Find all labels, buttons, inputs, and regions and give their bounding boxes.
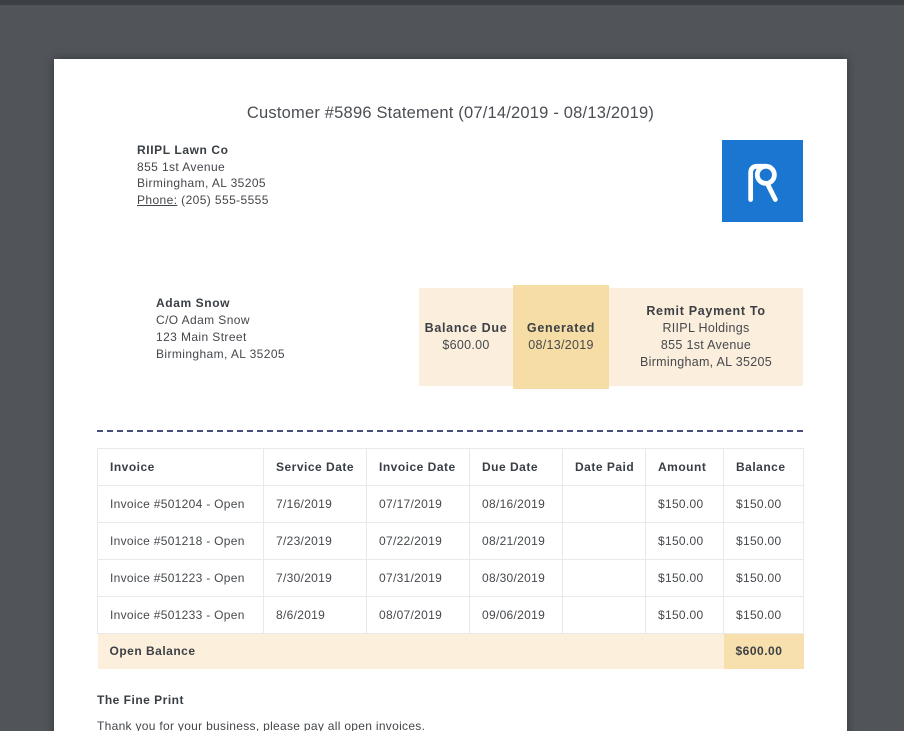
balance-due-value: $600.00: [442, 338, 490, 352]
cell-date-paid: [562, 596, 646, 634]
cell-invoice-date: 07/17/2019: [366, 485, 470, 523]
header-balance: Balance: [723, 448, 804, 486]
cell-balance: $150.00: [723, 522, 804, 560]
generated-label: Generated: [526, 321, 596, 335]
phone-label: Phone:: [137, 192, 178, 207]
cell-date-paid: [562, 522, 646, 560]
cell-invoice-date: 08/07/2019: [366, 596, 470, 634]
cell-invoice: Invoice #501204 - Open: [97, 485, 264, 523]
cell-invoice: Invoice #501223 - Open: [97, 559, 264, 597]
cell-amount: $150.00: [645, 485, 724, 523]
cell-invoice-date: 07/22/2019: [366, 522, 470, 560]
cell-due-date: 09/06/2019: [469, 596, 563, 634]
table-row: Invoice #501204 - Open 7/16/2019 07/17/2…: [97, 485, 804, 523]
cell-amount: $150.00: [645, 559, 724, 597]
open-balance-value: $600.00: [723, 633, 804, 669]
table-row: Invoice #501233 - Open 8/6/2019 08/07/20…: [97, 596, 804, 634]
table-row: Invoice #501218 - Open 7/23/2019 07/22/2…: [97, 522, 804, 560]
cell-service-date: 7/30/2019: [263, 559, 367, 597]
remit-address1: 855 1st Avenue: [660, 338, 752, 352]
open-balance-label: Open Balance: [97, 633, 724, 669]
balance-due-label: Balance Due: [424, 321, 508, 335]
invoice-table: Invoice Service Date Invoice Date Due Da…: [97, 448, 804, 669]
remit-label: Remit Payment To: [646, 304, 766, 318]
cell-due-date: 08/21/2019: [469, 522, 563, 560]
open-balance-row: Open Balance $600.00: [97, 633, 804, 669]
phone-number: (205) 555-5555: [181, 192, 269, 207]
fine-print-heading: The Fine Print: [97, 693, 185, 707]
remit-name: RIIPL Holdings: [662, 321, 750, 335]
cell-balance: $150.00: [723, 559, 804, 597]
dashed-divider: [97, 430, 803, 432]
company-info: RIIPL Lawn Co 855 1st Avenue Birmingham,…: [137, 142, 269, 208]
company-address-line1: 855 1st Avenue: [137, 159, 226, 174]
balance-due-box: Balance Due $600.00: [419, 288, 513, 386]
statement-summary: Balance Due $600.00 Generated 08/13/2019…: [419, 285, 803, 389]
remit-address2: Birmingham, AL 35205: [639, 355, 772, 369]
company-address-line2: Birmingham, AL 35205: [137, 176, 266, 190]
cell-invoice: Invoice #501233 - Open: [97, 596, 264, 634]
cell-service-date: 8/6/2019: [263, 596, 367, 634]
cell-date-paid: [562, 559, 646, 597]
fine-print-text: Thank you for your business, please pay …: [97, 719, 426, 731]
remit-payment-box: Remit Payment To RIIPL Holdings 855 1st …: [609, 288, 803, 386]
customer-care-of: C/O Adam Snow: [156, 313, 250, 327]
header-due-date: Due Date: [469, 448, 563, 486]
header-amount: Amount: [645, 448, 724, 486]
cell-service-date: 7/23/2019: [263, 522, 367, 560]
company-name: RIIPL Lawn Co: [137, 143, 229, 157]
customer-info: Adam Snow C/O Adam Snow 123 Main Street …: [156, 295, 285, 363]
table-row: Invoice #501223 - Open 7/30/2019 07/31/2…: [97, 559, 804, 597]
cell-invoice: Invoice #501218 - Open: [97, 522, 264, 560]
cell-invoice-date: 07/31/2019: [366, 559, 470, 597]
cell-service-date: 7/16/2019: [263, 485, 367, 523]
customer-name: Adam Snow: [156, 296, 231, 310]
header-date-paid: Date Paid: [562, 448, 646, 486]
generated-box: Generated 08/13/2019: [513, 285, 609, 389]
cell-amount: $150.00: [645, 522, 724, 560]
r-logo-icon: [747, 163, 778, 202]
customer-street: 123 Main Street: [156, 330, 247, 344]
header-invoice: Invoice: [97, 448, 264, 486]
cell-amount: $150.00: [645, 596, 724, 634]
header-service-date: Service Date: [263, 448, 367, 486]
page-title: Customer #5896 Statement (07/14/2019 - 0…: [246, 104, 655, 122]
cell-due-date: 08/30/2019: [469, 559, 563, 597]
statement-page: Customer #5896 Statement (07/14/2019 - 0…: [54, 59, 847, 731]
viewer-top-strip: [0, 0, 904, 5]
header-invoice-date: Invoice Date: [366, 448, 470, 486]
generated-value: 08/13/2019: [528, 338, 594, 352]
cell-balance: $150.00: [723, 485, 804, 523]
customer-city-state-zip: Birmingham, AL 35205: [156, 347, 285, 361]
cell-date-paid: [562, 485, 646, 523]
cell-balance: $150.00: [723, 596, 804, 634]
company-logo: [722, 140, 803, 222]
company-phone-line: Phone: (205) 555-5555: [137, 192, 269, 209]
cell-due-date: 08/16/2019: [469, 485, 563, 523]
table-header-row: Invoice Service Date Invoice Date Due Da…: [97, 448, 804, 486]
